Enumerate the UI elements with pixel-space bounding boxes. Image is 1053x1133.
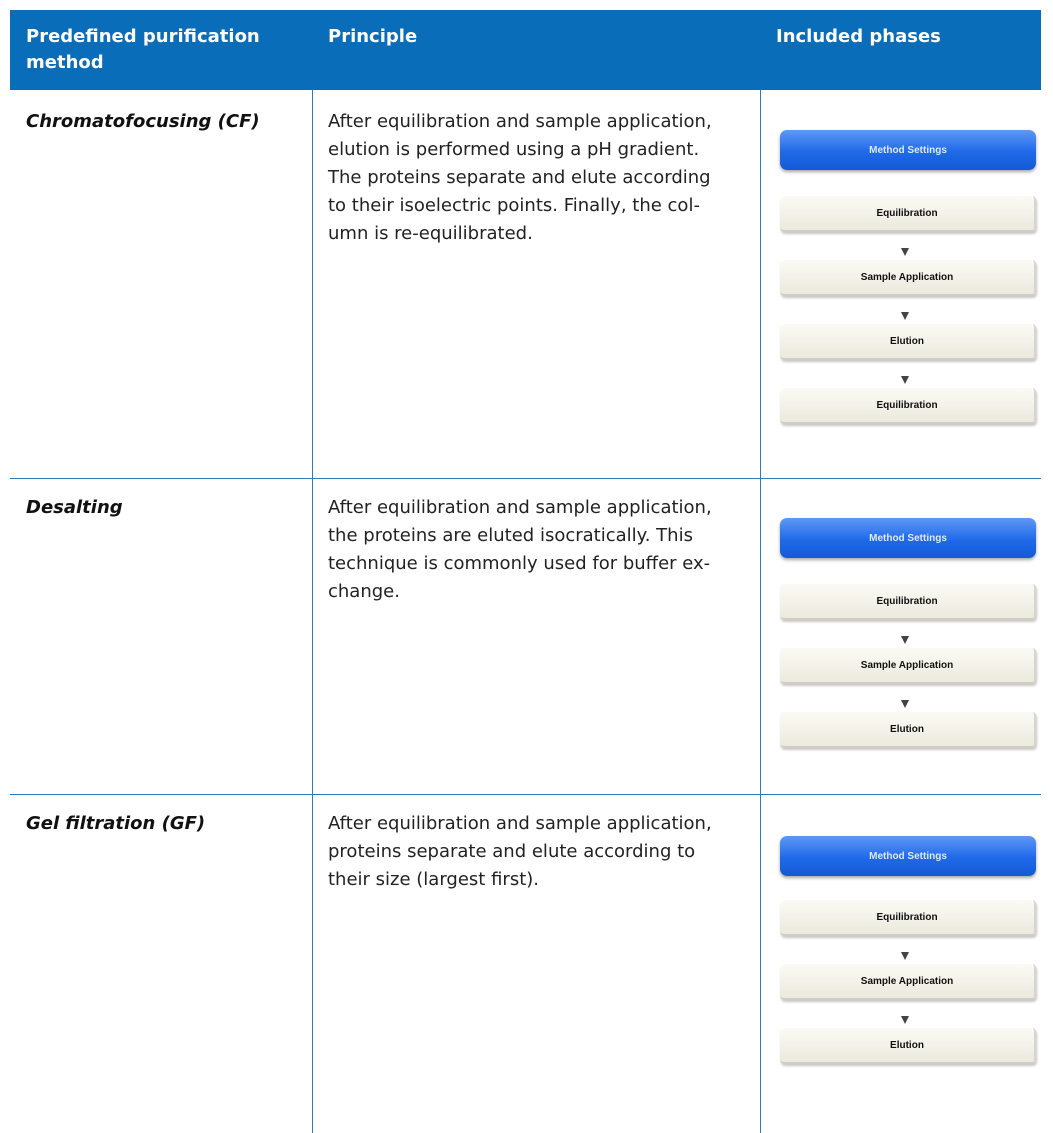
principle-line: After equilibration and sample applicati… [328, 111, 712, 132]
principle-line: change. [328, 581, 400, 602]
phase-block-sample-application[interactable]: Sample Application [780, 260, 1036, 296]
phase-block-elution[interactable]: Elution [780, 1028, 1036, 1064]
phase-block-equilibration[interactable]: Equilibration [780, 196, 1036, 232]
principle-text: After equilibration and sample applicati… [328, 108, 748, 248]
principle-line: their size (largest first). [328, 869, 539, 890]
principle-line: umn is re-equilibrated. [328, 223, 533, 244]
phase-block-sample-application[interactable]: Sample Application [780, 648, 1036, 684]
phase-block-equilibration[interactable]: Equilibration [780, 388, 1036, 424]
method-name: Gel filtration (GF) [26, 813, 206, 834]
down-arrow-icon [901, 700, 909, 708]
down-arrow-icon [901, 1016, 909, 1024]
method-name: Chromatofocusing (CF) [26, 111, 260, 132]
phase-block-elution[interactable]: Elution [780, 324, 1036, 360]
header-principle: Principle [328, 26, 418, 47]
principle-line: the proteins are eluted isocratically. T… [328, 525, 693, 546]
principle-line: to their isoelectric points. Finally, th… [328, 195, 700, 216]
principle-line: After equilibration and sample applicati… [328, 497, 712, 518]
principle-line: After equilibration and sample applicati… [328, 813, 712, 834]
phase-block-equilibration[interactable]: Equilibration [780, 584, 1036, 620]
header-method: Predefined purification method [26, 26, 260, 73]
phase-block-sample-application[interactable]: Sample Application [780, 964, 1036, 1000]
principle-line: technique is commonly used for buffer ex… [328, 553, 711, 574]
down-arrow-icon [901, 636, 909, 644]
principle-line: elution is performed using a pH gradient… [328, 139, 700, 160]
row-divider [10, 794, 1041, 795]
principle-line: The proteins separate and elute accordin… [328, 167, 711, 188]
header-phases: Included phases [776, 26, 941, 47]
down-arrow-icon [901, 376, 909, 384]
down-arrow-icon [901, 248, 909, 256]
down-arrow-icon [901, 952, 909, 960]
method-settings-button[interactable]: Method Settings [780, 836, 1036, 876]
table-header: Predefined purification method Principle… [10, 10, 1041, 90]
principle-text: After equilibration and sample applicati… [328, 810, 748, 894]
row-divider [10, 478, 1041, 479]
phase-block-elution[interactable]: Elution [780, 712, 1036, 748]
down-arrow-icon [901, 312, 909, 320]
purification-methods-table: Predefined purification method Principle… [10, 10, 1041, 1133]
phase-block-equilibration[interactable]: Equilibration [780, 900, 1036, 936]
method-name: Desalting [26, 497, 123, 518]
column-divider [312, 90, 313, 1133]
method-settings-button[interactable]: Method Settings [780, 518, 1036, 558]
method-settings-button[interactable]: Method Settings [780, 130, 1036, 170]
column-divider [760, 90, 761, 1133]
principle-line: proteins separate and elute according to [328, 841, 696, 862]
principle-text: After equilibration and sample applicati… [328, 494, 748, 606]
